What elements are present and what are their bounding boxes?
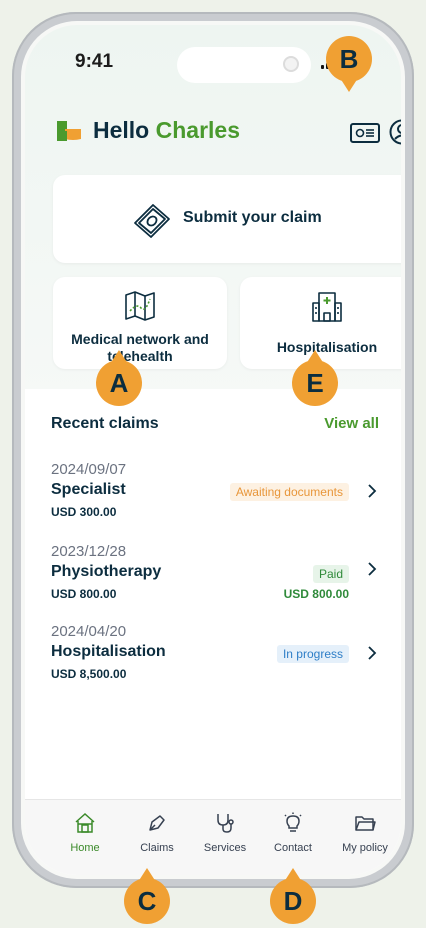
brand-logo-icon xyxy=(57,121,81,141)
app-screen: 9:41 Hello Charles Submit your claim Med… xyxy=(25,25,401,875)
user-name: Charles xyxy=(155,117,240,143)
view-all-link[interactable]: View all xyxy=(324,415,379,432)
nav-home[interactable]: Home xyxy=(55,812,115,854)
status-time: 9:41 xyxy=(75,51,114,72)
status-badge: Paid xyxy=(312,565,349,583)
marker-a: A xyxy=(96,350,142,406)
nav-label: Contact xyxy=(274,842,312,854)
claim-type: Specialist xyxy=(51,481,126,498)
phone-bezel: 9:41 Hello Charles Submit your claim Med… xyxy=(21,21,405,879)
medical-network-button[interactable]: Medical network and telehealth xyxy=(53,277,227,369)
claim-amount: USD 300.00 xyxy=(51,505,117,519)
map-icon xyxy=(125,291,155,321)
greeting-text: Hello xyxy=(93,117,150,143)
claim-row[interactable]: 2023/12/28 Physiotherapy USD 800.00 Paid… xyxy=(51,543,379,613)
hospital-icon xyxy=(312,292,342,322)
marker-b: B xyxy=(326,36,372,92)
nav-my-policy[interactable]: My policy xyxy=(335,812,395,854)
camera-icon xyxy=(283,56,299,72)
status-badge: Awaiting documents xyxy=(229,483,349,501)
folder-icon xyxy=(355,816,376,831)
nav-label: Services xyxy=(203,842,247,854)
claim-date: 2023/12/28 xyxy=(51,543,127,560)
stethoscope-icon xyxy=(217,814,234,833)
money-icon xyxy=(134,204,170,238)
recent-claims-title: Recent claims xyxy=(51,415,159,432)
claim-type: Physiotherapy xyxy=(51,563,162,580)
medical-network-label: Medical network and telehealth xyxy=(71,331,209,364)
nav-services[interactable]: Services xyxy=(195,812,255,854)
nav-claims[interactable]: Claims xyxy=(127,812,187,854)
marker-c: C xyxy=(124,868,170,924)
marker-e: E xyxy=(292,350,338,406)
claim-amount: USD 8,500.00 xyxy=(51,667,127,681)
submit-claim-label: Submit your claim xyxy=(183,209,322,226)
member-card-icon[interactable] xyxy=(350,123,380,143)
chevron-right-icon xyxy=(368,484,377,498)
claim-amount: USD 800.00 xyxy=(51,587,117,601)
greeting-title: Hello Charles xyxy=(93,117,240,144)
claim-row[interactable]: 2024/09/07 Specialist USD 300.00 Awaitin… xyxy=(51,461,379,531)
pen-icon xyxy=(149,815,165,831)
home-icon xyxy=(75,812,95,833)
profile-icon[interactable] xyxy=(389,119,401,145)
nav-contact[interactable]: Contact xyxy=(263,812,323,854)
status-badge: In progress xyxy=(276,645,349,663)
bottom-nav: Home Claims Services Contact My policy xyxy=(25,799,401,875)
lightbulb-icon xyxy=(284,812,302,832)
chevron-right-icon xyxy=(368,562,377,576)
claim-date: 2024/04/20 xyxy=(51,623,127,640)
paid-amount: USD 800.00 xyxy=(283,587,349,601)
claim-row[interactable]: 2024/04/20 Hospitalisation USD 8,500.00 … xyxy=(51,623,379,693)
marker-d: D xyxy=(270,868,316,924)
chevron-right-icon xyxy=(368,646,377,660)
claim-type: Hospitalisation xyxy=(51,643,166,660)
phone-frame: 9:41 Hello Charles Submit your claim Med… xyxy=(12,12,414,888)
nav-label: Claims xyxy=(140,842,174,854)
nav-label: My policy xyxy=(342,842,388,854)
claim-date: 2024/09/07 xyxy=(51,461,127,478)
nav-label: Home xyxy=(70,842,100,854)
submit-claim-button[interactable]: Submit your claim xyxy=(53,175,401,263)
